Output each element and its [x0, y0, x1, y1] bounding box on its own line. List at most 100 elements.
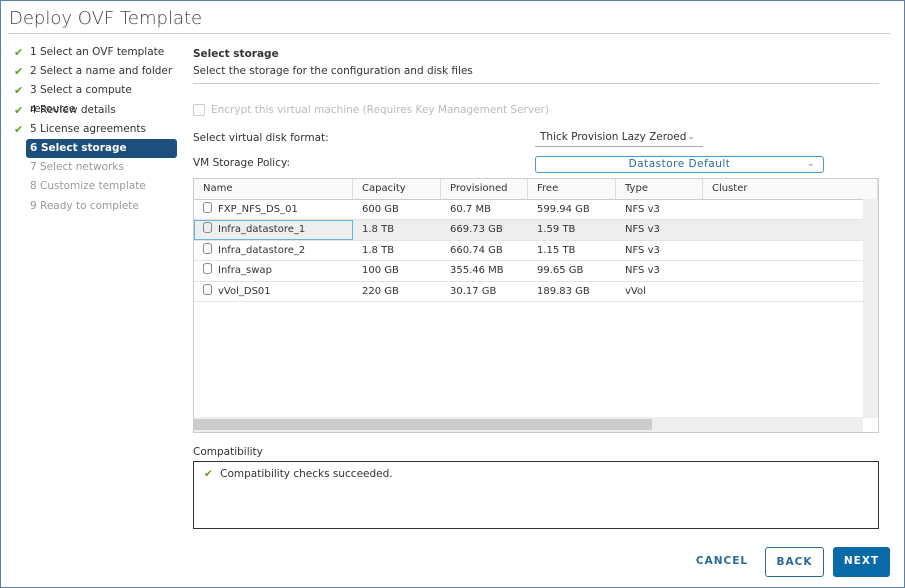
wizard-step-2[interactable]: ✔ 2 Select a name and folder	[10, 62, 177, 81]
cell-text: NFS v3	[625, 224, 660, 235]
table-cell: 600 GB	[353, 200, 441, 220]
column-header[interactable]: Name	[194, 179, 353, 199]
table-cell: vVol	[616, 282, 703, 302]
cell-text: 1.15 TB	[537, 244, 576, 256]
table-cell	[703, 261, 863, 281]
cell-text: 1.8 TB	[362, 224, 395, 235]
column-header[interactable]: Provisioned	[441, 179, 528, 199]
table-cell: 1.15 TB	[528, 241, 616, 261]
cell-text: Infra_datastore_1	[218, 224, 306, 235]
table-cell: Infra_swap	[194, 261, 353, 281]
table-cell: vVol_DS01	[194, 282, 353, 302]
cell-text: 600 GB	[362, 203, 399, 215]
encrypt-label: Encrypt this virtual machine (Requires K…	[211, 104, 549, 116]
table-cell	[703, 241, 863, 261]
cell-text: NFS v3	[625, 265, 660, 276]
storage-policy-select[interactable]: Datastore Default ⌄	[535, 156, 824, 173]
table-cell: 660.74 GB	[441, 241, 528, 261]
cancel-button[interactable]: CANCEL	[690, 547, 754, 577]
step-label: 6 Select storage	[30, 141, 127, 154]
next-button[interactable]: NEXT	[833, 547, 890, 577]
table-cell: Infra_datastore_1	[194, 220, 353, 240]
wizard-step-3[interactable]: ✔ 3 Select a compute resource	[10, 81, 177, 115]
table-cell: NFS v3	[616, 220, 703, 240]
datastore-icon	[203, 242, 212, 254]
column-header[interactable]: Cluster	[703, 179, 878, 199]
step-label: 4 Review details	[30, 103, 116, 116]
chevron-down-icon: ⌄	[687, 132, 695, 142]
wizard-step-1[interactable]: ✔ 1 Select an OVF template	[10, 43, 177, 62]
table-row[interactable]: Infra_datastore_1 1.8 TB 669.73 GB 1.59 TB N…	[194, 220, 863, 241]
table-cell: 355.46 MB	[441, 261, 528, 281]
table-cell: Infra_datastore_2	[194, 241, 353, 261]
datastore-table: Name Capacity Provisioned Free Type Cluster FX…	[193, 178, 879, 433]
step-label: 1 Select an OVF template	[30, 46, 165, 58]
wizard-step-4[interactable]: ✔ 4 Review details	[10, 101, 177, 120]
cell-text: NFS v3	[625, 244, 660, 256]
cell-text: FXP_NFS_DS_01	[218, 203, 298, 215]
policy-value: Datastore Default	[628, 158, 731, 170]
table-row[interactable]: FXP_NFS_DS_01 600 GB 60.7 MB 599.94 GB NFS v…	[194, 200, 863, 220]
table-cell	[703, 220, 863, 240]
table-cell: 1.8 TB	[353, 241, 441, 261]
check-icon: ✔	[14, 65, 24, 79]
divider	[8, 33, 890, 34]
cell-text: 669.73 GB	[450, 224, 503, 235]
table-cell: 1.59 TB	[528, 220, 616, 240]
datastore-icon	[203, 283, 212, 295]
section-subheading: Select the storage for the configuration…	[193, 65, 473, 77]
encrypt-option: Encrypt this virtual machine (Requires K…	[193, 104, 549, 116]
cell-text: 599.94 GB	[537, 203, 590, 215]
back-button[interactable]: BACK	[765, 547, 824, 577]
table-cell: 1.8 TB	[353, 220, 441, 240]
table-row[interactable]: Infra_swap 100 GB 355.46 MB 99.65 GB NFS v3	[194, 261, 863, 282]
check-icon: ✔	[14, 46, 24, 59]
table-cell: 669.73 GB	[441, 220, 528, 240]
table-cell: FXP_NFS_DS_01	[194, 200, 353, 220]
compatibility-box: ✔ Compatibility checks succeeded.	[193, 461, 879, 529]
wizard-step-6[interactable]: 6 Select storage	[26, 138, 177, 159]
cell-text: 30.17 GB	[450, 285, 497, 297]
table-cell: 599.94 GB	[528, 200, 616, 220]
scrollbar-thumb[interactable]	[194, 419, 652, 430]
wizard-step-8: 8 Customize template	[10, 177, 177, 196]
cell-text: 100 GB	[362, 265, 399, 276]
table-cell: 99.65 GB	[528, 261, 616, 281]
table-row[interactable]: vVol_DS01 220 GB 30.17 GB 189.83 GB vVol	[194, 282, 863, 302]
disk-format-select[interactable]: Thick Provision Lazy Zeroed ⌄	[535, 129, 703, 147]
compatibility-label: Compatibility	[193, 446, 263, 458]
cell-text: vVol_DS01	[218, 285, 271, 297]
horizontal-scrollbar[interactable]	[194, 417, 863, 432]
table-cell: 189.83 GB	[528, 282, 616, 302]
check-icon: ✔	[14, 84, 24, 98]
step-label: 2 Select a name and folder	[30, 65, 173, 78]
column-header[interactable]: Free	[528, 179, 616, 199]
table-cell: 220 GB	[353, 282, 441, 302]
check-icon: ✔	[14, 103, 24, 117]
wizard-step-9: 9 Ready to complete	[10, 197, 177, 216]
table-cell: 100 GB	[353, 261, 441, 281]
wizard-step-7: 7 Select networks	[10, 158, 177, 177]
step-label: 7 Select networks	[30, 161, 124, 174]
cell-text: NFS v3	[625, 203, 660, 215]
step-label: 5 License agreements	[30, 122, 146, 135]
cell-text: 99.65 GB	[537, 265, 584, 276]
table-row[interactable]: Infra_datastore_2 1.8 TB 660.74 GB 1.15 TB N…	[194, 241, 863, 261]
table-header: Name Capacity Provisioned Free Type Cluster	[194, 179, 878, 200]
compatibility-message: Compatibility checks succeeded.	[220, 468, 393, 480]
datastore-icon	[203, 263, 212, 274]
datastore-icon	[203, 201, 212, 213]
section-heading: Select storage	[193, 48, 279, 60]
step-label: 9 Ready to complete	[30, 199, 139, 212]
policy-label: VM Storage Policy:	[193, 157, 290, 169]
encrypt-checkbox[interactable]	[193, 104, 205, 116]
column-header[interactable]: Type	[616, 179, 703, 199]
wizard-step-5[interactable]: ✔ 5 License agreements	[10, 120, 177, 139]
wizard-steps: ✔ 1 Select an OVF template ✔ 2 Select a nam…	[10, 43, 177, 216]
vertical-scrollbar[interactable]	[863, 199, 878, 418]
cell-text: Infra_swap	[218, 265, 272, 276]
cell-text: 60.7 MB	[450, 203, 491, 215]
table-cell	[703, 282, 863, 302]
cell-text: 1.8 TB	[362, 244, 395, 256]
column-header[interactable]: Capacity	[353, 179, 441, 199]
